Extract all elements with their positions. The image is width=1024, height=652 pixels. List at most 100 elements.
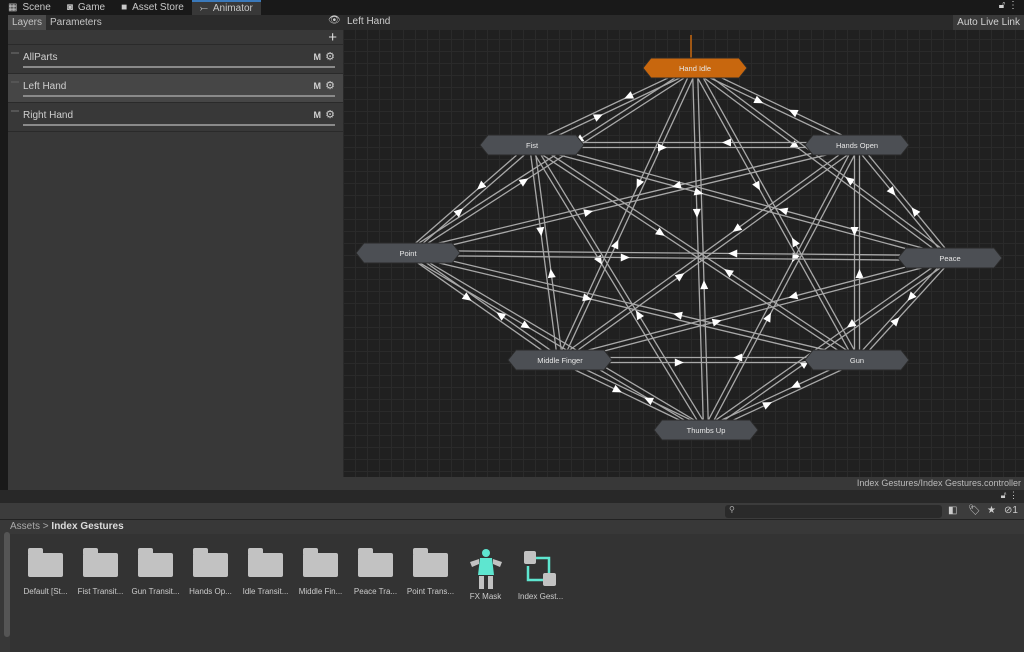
state-node[interactable]: Peace	[897, 247, 1003, 269]
asset-item[interactable]: FX Mask	[458, 548, 513, 601]
transition-arrow	[536, 226, 545, 237]
state-label: Middle Finger	[537, 356, 583, 365]
transition-fist-thumbs-up[interactable]	[529, 143, 709, 432]
asset-item[interactable]: Default [St...	[18, 548, 73, 596]
asset-name: Peace Tra...	[353, 587, 398, 596]
asset-item[interactable]: Peace Tra...	[348, 548, 403, 596]
gear-icon[interactable]: ⚙	[325, 108, 335, 121]
tab-scene[interactable]: ▦ Scene	[0, 0, 59, 15]
transition-arrow	[724, 269, 734, 278]
transition-arrow	[583, 209, 594, 218]
weight-slider[interactable]	[23, 124, 335, 126]
asset-item[interactable]: Gun Transit...	[128, 548, 183, 596]
asset-name: Idle Transit...	[242, 587, 289, 596]
transition-arrow	[728, 249, 738, 258]
folder-icon	[358, 548, 393, 577]
transition-peace-middle-finger[interactable]	[559, 254, 951, 364]
layer-item[interactable]: Right Hand M ⚙	[8, 103, 343, 132]
transition-point-middle-finger[interactable]	[406, 250, 562, 363]
avatar-mask-icon	[469, 549, 502, 589]
transition-point-peace[interactable]	[407, 249, 951, 262]
transition-arrow	[733, 353, 743, 362]
state-label: Hands Open	[836, 141, 878, 150]
state-node[interactable]: Hand Idle	[642, 57, 748, 79]
state-label: Hand Idle	[679, 64, 711, 73]
gear-icon[interactable]: ⚙	[325, 79, 335, 92]
gear-icon[interactable]: ⚙	[325, 50, 335, 63]
transition-hand-idle-peace[interactable]	[693, 65, 952, 261]
transition-arrow	[845, 177, 856, 186]
asset-item[interactable]: Fist Transit...	[73, 548, 128, 596]
drag-handle[interactable]	[11, 110, 19, 112]
editor-tabs: ▦ Scene ◙ Game ■ Asset Store ⤚ Animator 🔓︎ ⋮	[0, 0, 1024, 15]
transition-hands-open-point[interactable]	[407, 141, 858, 257]
lock-icon[interactable]: 🔓︎ ⋮	[999, 0, 1024, 15]
asset-name: Index Gest...	[517, 592, 564, 601]
state-node[interactable]: Point	[355, 242, 461, 264]
transition-arrow	[855, 269, 864, 278]
hidden-packages-icon[interactable]: ⊘1	[1004, 505, 1018, 516]
gamepad-icon: ◙	[66, 2, 73, 13]
state-node[interactable]: Hands Open	[804, 134, 910, 156]
tab-animator[interactable]: ⤚ Animator	[191, 0, 261, 15]
drag-handle[interactable]	[11, 81, 19, 83]
state-node[interactable]: Fist	[479, 134, 585, 156]
animator-controller-icon	[523, 551, 556, 586]
state-node[interactable]: Gun	[804, 349, 910, 371]
label-icon[interactable]: 🏷︎	[968, 505, 981, 516]
project-panel: 🔓︎ ⋮ ⚲ ◧ 🏷︎ ★ ⊘1 Assets > Index Gestures…	[0, 490, 1024, 652]
asset-name: Default [St...	[23, 587, 68, 596]
layer-name: Left Hand	[23, 81, 67, 92]
filter-type-icon[interactable]: ◧	[948, 505, 957, 516]
transition-arrow	[547, 268, 556, 279]
grid-icon: ▦	[8, 2, 18, 13]
state-machine-graph[interactable]: Hand Idle Fist Hands Open Point Peace Middle …	[343, 15, 1024, 490]
lock-icon[interactable]: 🔓︎ ⋮	[1001, 490, 1018, 500]
auto-live-link-button[interactable]: Auto Live Link	[953, 15, 1024, 30]
tab-parameters[interactable]: Parameters	[46, 15, 106, 30]
asset-item[interactable]: Idle Transit...	[238, 548, 293, 596]
tab-game[interactable]: ◙ Game	[59, 0, 113, 15]
layer-item[interactable]: AllParts M ⚙	[8, 45, 343, 74]
tab-asset-store[interactable]: ■ Asset Store	[113, 0, 192, 15]
breadcrumb-layer[interactable]: Left Hand	[347, 16, 390, 27]
weight-slider[interactable]	[23, 95, 335, 97]
state-label: Point	[399, 249, 417, 258]
transition-arrow	[620, 253, 630, 262]
asset-grid: Default [St... Fist Transit... Gun Transit…	[10, 534, 1024, 652]
state-label: Gun	[850, 356, 864, 365]
folder-icon	[248, 548, 283, 577]
transition-arrow	[518, 178, 529, 187]
search-input[interactable]: ⚲	[725, 505, 942, 518]
folder-icon	[83, 548, 118, 577]
transition-hands-open-thumbs-up[interactable]	[703, 143, 860, 432]
star-icon[interactable]: ★	[987, 505, 996, 516]
transition-point-thumbs-up[interactable]	[406, 250, 708, 433]
state-label: Peace	[939, 254, 960, 263]
eye-icon[interactable]: 👁︎	[328, 15, 341, 26]
state-label: Fist	[526, 141, 539, 150]
breadcrumb-assets[interactable]: Assets	[10, 521, 40, 532]
layers-panel: Layers Parameters + AllParts M ⚙ Left Hand…	[8, 15, 343, 490]
graph-canvas[interactable]: Hand Idle Fist Hands Open Point Peace Middle …	[343, 15, 1024, 490]
transition-arrow	[673, 311, 683, 320]
breadcrumb-current[interactable]: Index Gestures	[51, 521, 123, 532]
transition-arrow	[722, 138, 731, 147]
asset-item[interactable]: Middle Fin...	[293, 548, 348, 596]
asset-item[interactable]: Index Gest...	[513, 548, 568, 601]
drag-handle[interactable]	[11, 52, 19, 54]
hidden-count: 1	[1012, 505, 1018, 516]
transition-hands-open-gun[interactable]	[850, 145, 864, 360]
asset-item[interactable]: Hands Op...	[183, 548, 238, 596]
bag-icon: ■	[121, 2, 128, 13]
tab-layers[interactable]: Layers	[8, 15, 47, 30]
layer-item[interactable]: Left Hand M ⚙	[8, 74, 343, 103]
asset-item[interactable]: Point Trans...	[403, 548, 458, 596]
state-node[interactable]: Thumbs Up	[653, 419, 759, 441]
folder-icon	[28, 548, 63, 577]
state-node[interactable]: Middle Finger	[507, 349, 613, 371]
asset-name: Gun Transit...	[131, 587, 180, 596]
add-layer-button[interactable]: +	[8, 30, 343, 45]
transition-arrow	[674, 273, 685, 282]
weight-slider[interactable]	[23, 66, 335, 68]
